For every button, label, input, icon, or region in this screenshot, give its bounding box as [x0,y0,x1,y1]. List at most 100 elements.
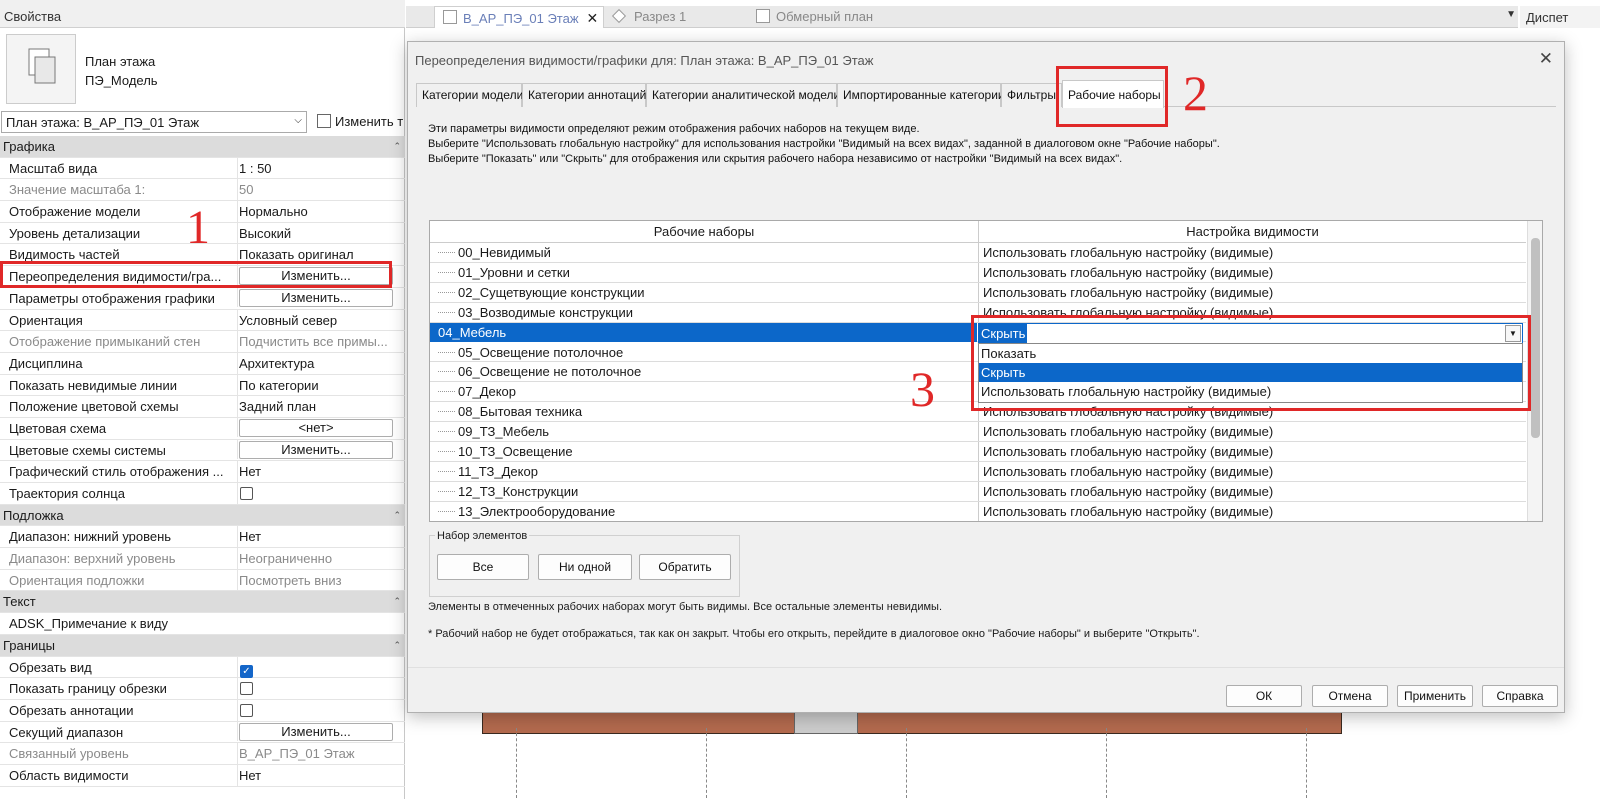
property-row[interactable]: Отображение примыканий стен Подчистить вс… [0,331,405,353]
collapse-icon[interactable]: ⌃ [393,635,401,656]
tab-annotation-categories[interactable]: Категории аннотаций [522,83,646,107]
edit-property-button[interactable]: Изменить... [239,722,393,741]
select-none-button[interactable]: Ни одной [538,554,632,580]
property-value[interactable]: 1 : 50 [237,157,395,179]
workset-row[interactable]: 01_Уровни и сетки Использовать глобальную… [430,262,1526,283]
workset-visibility[interactable]: Использовать глобальную настройку (видим… [978,422,1526,442]
property-row[interactable]: Диапазон: нижний уровень Нет [0,526,405,549]
tab-model-categories[interactable]: Категории модели [416,83,523,107]
property-value[interactable]: Высокий [237,222,395,244]
apply-button[interactable]: Применить [1397,685,1473,707]
property-value[interactable]: Неограниченно [237,548,395,570]
property-row[interactable]: Диапазон: верхний уровень Неограниченно [0,548,405,570]
property-row[interactable]: Значение масштаба 1: 50 [0,179,405,202]
collapse-icon[interactable]: ⌃ [393,136,401,157]
workset-row[interactable]: 10_ТЗ_Освещение Использовать глобальную н… [430,442,1526,462]
workset-row[interactable]: 13_Электрооборудование Использовать глоба… [430,501,1526,521]
property-row[interactable]: Обрезать аннотации [0,699,405,722]
property-row[interactable]: Ориентация подложки Посмотреть вниз [0,569,405,592]
workset-row[interactable]: 02_Сущетвующие конструкции Использовать г… [430,282,1526,303]
tab-section[interactable]: Разрез 1 [606,6,746,28]
workset-row[interactable]: 09_ТЗ_Мебель Использовать глобальную наст… [430,422,1526,442]
workset-label: 05_Освещение потолочное [458,344,624,360]
workset-visibility[interactable]: Использовать глобальную настройку (видим… [978,243,1526,262]
property-checkbox[interactable]: ✓ [240,664,253,678]
column-header-visibility[interactable]: Настройка видимости [978,221,1526,243]
property-value[interactable]: В_АР_ПЭ_01 Этаж [237,743,395,765]
select-all-button[interactable]: Все [437,554,529,580]
property-row[interactable]: Связанный уровень В_АР_ПЭ_01 Этаж [0,743,405,765]
property-row[interactable]: Обрезать вид ✓ [0,656,405,679]
property-value[interactable]: 50 [237,179,395,201]
property-row[interactable]: Масштаб вида 1 : 50 [0,157,405,180]
property-value[interactable]: Условный север [237,309,395,331]
property-row[interactable]: Цветовые схемы системы Изменить... [0,439,405,462]
property-checkbox[interactable] [240,487,253,500]
help-button[interactable]: Справка [1482,685,1558,707]
column-header-worksets[interactable]: Рабочие наборы [430,221,978,243]
edit-property-button[interactable]: Изменить... [239,440,393,459]
floor-plan-icon [756,9,770,23]
collapse-icon[interactable]: ⌃ [393,591,401,612]
tab-analytical-categories[interactable]: Категории аналитической модели [646,83,840,107]
close-icon[interactable]: ✕ [587,10,599,26]
scrollbar-thumb[interactable] [1531,238,1540,438]
property-value[interactable]: Архитектура [237,352,395,374]
property-row[interactable]: Траектория солнца [0,483,405,505]
property-row[interactable]: Положение цветовой схемы Задний план [0,396,405,418]
property-value[interactable]: Нормально [237,201,395,223]
tab-imported-categories[interactable]: Импортированные категории [837,83,1005,107]
workset-visibility[interactable]: Использовать глобальную настройку (видим… [978,501,1526,521]
collapse-icon[interactable]: ⌃ [393,505,401,526]
property-row[interactable]: Секущий диапазон Изменить... [0,721,405,744]
tab-survey-plan[interactable]: Обмерный план [748,6,918,28]
tabs-menu-icon[interactable]: ▼ [1506,9,1516,20]
workset-visibility[interactable]: Использовать глобальную настройку (видим… [978,481,1526,501]
property-group-header[interactable]: Текст ⌃ [0,591,405,614]
property-group-header[interactable]: Границы ⌃ [0,634,405,657]
property-value[interactable]: Задний план [237,396,395,418]
property-row[interactable]: Показать невидимые линии По категории [0,374,405,397]
property-row[interactable]: Параметры отображения графики Изменить... [0,287,405,310]
property-value[interactable]: Нет [237,526,395,548]
workset-visibility[interactable]: Использовать глобальную настройку (видим… [978,461,1526,481]
property-group-header[interactable]: Подложка ⌃ [0,504,405,527]
property-value[interactable]: По категории [237,374,395,396]
close-icon[interactable]: ✕ [1539,49,1553,69]
property-row[interactable]: Графический стиль отображения ... Нет [0,461,405,483]
workset-visibility[interactable]: Использовать глобальную настройку (видим… [978,442,1526,461]
property-value[interactable]: Посмотреть вниз [237,569,395,591]
property-value[interactable]: Нет [237,461,395,483]
type-selector[interactable]: План этажа: В_АР_ПЭ_01 Этаж ⌵ [1,111,307,133]
grid-line [1306,728,1307,798]
note-closed-workset: * Рабочий набор не будет отображаться, т… [428,628,1200,640]
property-checkbox[interactable] [240,703,253,717]
property-row[interactable]: Ориентация Условный север [0,309,405,332]
workset-visibility[interactable]: Использовать глобальную настройку (видим… [978,262,1526,282]
workset-visibility[interactable]: Использовать глобальную настройку (видим… [978,282,1526,302]
tab-floor-plan[interactable]: В_АР_ПЭ_01 Этаж ✕ [434,6,604,28]
property-row[interactable]: Область видимости Нет [0,764,405,787]
edit-type-button[interactable]: Изменить т [317,111,403,133]
property-name: Показать границу обрезки [9,681,167,697]
edit-property-button[interactable]: <нет> [239,418,393,437]
workset-row[interactable]: 00_Невидимый Использовать глобальную наст… [430,243,1526,263]
property-group-header[interactable]: Графика ⌃ [0,136,405,158]
property-value[interactable]: Нет [237,764,395,786]
edit-type-icon [317,114,331,128]
property-row[interactable]: Показать границу обрезки [0,678,405,700]
property-checkbox[interactable] [240,682,253,696]
cancel-button[interactable]: Отмена [1312,685,1388,707]
tab-filters[interactable]: Фильтры [1001,83,1062,107]
workset-row[interactable]: 11_ТЗ_Декор Использовать глобальную настр… [430,461,1526,482]
invert-selection-button[interactable]: Обратить [639,554,731,580]
property-row[interactable]: ADSK_Примечание к виду [0,613,405,635]
workset-name: 06_Освещение не потолочное [438,362,976,381]
property-row[interactable]: Дисциплина Архитектура [0,352,405,375]
workset-row[interactable]: 12_ТЗ_Конструкции Использовать глобальную… [430,481,1526,502]
ok-button[interactable]: ОК [1226,685,1302,707]
group-label: Границы [3,637,55,653]
property-value[interactable]: Подчистить все примы... [237,331,395,353]
edit-property-button[interactable]: Изменить... [239,288,393,307]
property-row[interactable]: Цветовая схема <нет> [0,417,405,440]
